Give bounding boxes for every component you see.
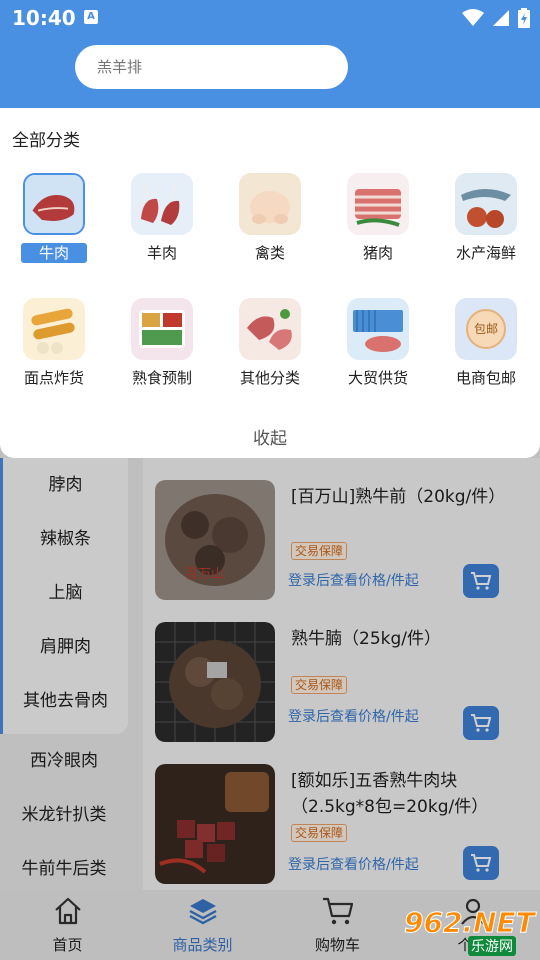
watermark-logo: 962.NET 乐游网 xyxy=(398,906,538,956)
poultry-icon xyxy=(239,173,301,235)
beef-icon xyxy=(23,173,85,235)
wholesale-icon xyxy=(347,298,409,360)
category-beef[interactable]: 牛肉 xyxy=(0,173,108,273)
category-poultry[interactable]: 禽类 xyxy=(216,173,324,273)
category-label: 大贸供货 xyxy=(347,369,408,387)
status-time: 10:40 xyxy=(12,6,76,30)
category-label: 猪肉 xyxy=(362,244,393,262)
category-label: 禽类 xyxy=(254,244,285,262)
category-pork[interactable]: 猪肉 xyxy=(324,173,432,273)
category-fried-pastry[interactable]: 面点炸货 xyxy=(0,298,108,398)
fried-pastry-icon xyxy=(23,298,85,360)
category-label: 面点炸货 xyxy=(23,369,84,387)
category-others[interactable]: 其他分类 xyxy=(216,298,324,398)
category-seafood[interactable]: 水产海鲜 xyxy=(432,173,540,273)
free-shipping-badge: 包邮 xyxy=(466,309,506,349)
status-bar: 10:40 A xyxy=(0,0,540,36)
watermark-brand: 962.NET xyxy=(404,906,536,940)
cellular-icon xyxy=(493,10,509,26)
category-label: 熟食预制 xyxy=(131,369,192,387)
other-meat-icon xyxy=(239,298,301,360)
category-wholesale[interactable]: 大贸供货 xyxy=(324,298,432,398)
wifi-icon xyxy=(462,9,484,26)
category-label: 其他分类 xyxy=(239,369,300,387)
seafood-icon xyxy=(455,173,517,235)
category-label: 羊肉 xyxy=(146,244,177,262)
category-label: 牛肉 xyxy=(21,243,87,263)
pork-icon xyxy=(347,173,409,235)
category-prepared-food[interactable]: 熟食预制 xyxy=(108,298,216,398)
category-label: 电商包邮 xyxy=(455,369,516,387)
category-lamb[interactable]: 羊肉 xyxy=(108,173,216,273)
panel-title: 全部分类 xyxy=(12,131,80,151)
header: 10:40 A xyxy=(0,0,540,108)
battery-icon xyxy=(518,8,530,28)
collapse-button[interactable]: 收起 xyxy=(0,424,540,449)
status-icons xyxy=(462,6,530,30)
all-categories-panel: 全部分类 牛肉 羊肉 禽类 猪肉 水产海鲜 面点炸货 熟食预制 其他分类 大贸供… xyxy=(0,108,540,458)
lamb-icon xyxy=(131,173,193,235)
category-ecommerce[interactable]: 包邮 电商包邮 xyxy=(432,298,540,398)
category-label: 水产海鲜 xyxy=(455,244,516,262)
watermark-sub: 乐游网 xyxy=(468,936,516,956)
app-notification-icon: A xyxy=(84,10,98,24)
prepared-food-icon xyxy=(131,298,193,360)
free-shipping-icon: 包邮 xyxy=(455,298,517,360)
search-input[interactable] xyxy=(75,45,348,89)
